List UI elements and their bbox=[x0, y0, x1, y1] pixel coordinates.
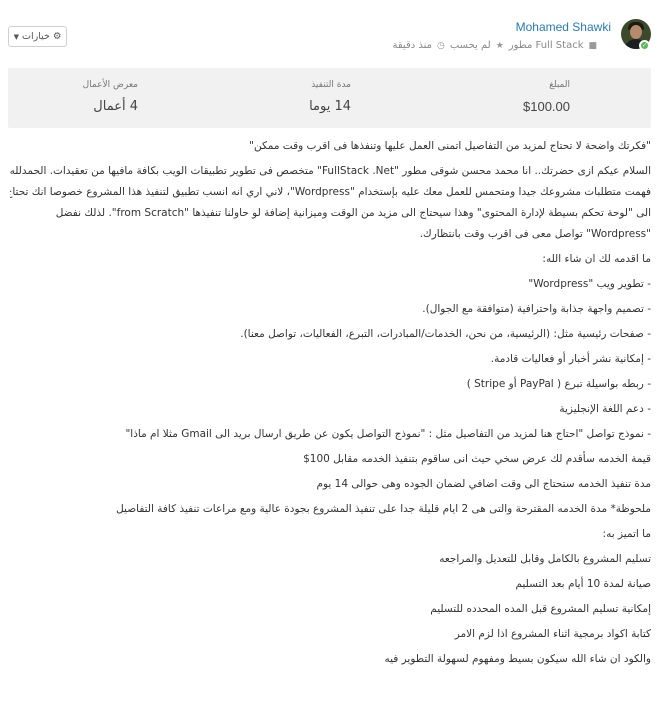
briefcase-icon: ■ bbox=[588, 40, 597, 51]
proposal-line: "فكرتك واضحة لا تحتاج لمزيد من التفاصيل … bbox=[249, 140, 651, 152]
budget-value: $100.00 bbox=[523, 99, 570, 114]
options-button[interactable]: ⚙ خيارات ▼ bbox=[8, 26, 67, 47]
portfolio-value[interactable]: 4 أعمال bbox=[93, 99, 138, 114]
proposal-line: - إمكانية نشر أخبار أو فعاليات قادمة. bbox=[490, 353, 651, 365]
proposal-line: - صفحات رئيسية مثل: (الرئيسية، من نحن، ا… bbox=[240, 328, 651, 340]
options-label: خيارات bbox=[22, 31, 50, 42]
proposal-line: صيانة لمدة 10 أيام بعد التسليم bbox=[515, 578, 651, 590]
time-ago-text: منذ دقيقة bbox=[392, 40, 432, 51]
proposal-line: فهمت متطلبات مشروعك جيدا ومتحمس للعمل مع… bbox=[10, 186, 651, 198]
proposal-line: - تطوير ويب "Wordpress" bbox=[528, 278, 651, 290]
proposal-line: تسليم المشروع بالكامل وقابل للتعديل والم… bbox=[439, 553, 651, 565]
gear-icon: ⚙ bbox=[52, 31, 62, 42]
proposal-line: إمكانية تسليم المشروع قبل المده المحدده … bbox=[430, 603, 651, 615]
user-meta: ■ Full Stack مطور ★ لم يحسب ◷ منذ دقيقة bbox=[393, 40, 598, 51]
proposal-line: مدة تنفيذ الخدمه ستحتاج الى وقت اضافي لض… bbox=[316, 478, 651, 490]
portfolio-stat: معرض الأعمال 4 أعمال bbox=[18, 68, 138, 128]
duration-value: 14 يوما bbox=[309, 99, 351, 114]
proposal-line: قيمة الخدمه سأقدم لك عرض سخي حيث انى ساق… bbox=[303, 453, 651, 465]
proposal-line: السلام عيكم ازى حضرتك.. انا محمد محسن شو… bbox=[10, 165, 651, 177]
user-name-link[interactable]: Mohamed Shawki bbox=[516, 20, 611, 34]
online-status-icon: ✓ bbox=[639, 40, 650, 51]
duration-stat: مدة التنفيذ 14 يوما bbox=[211, 68, 351, 128]
proposal-line: - دعم اللغة الإنجليزية bbox=[559, 403, 651, 415]
bid-stats-bar: المبلغ $100.00 مدة التنفيذ 14 يوما معرض … bbox=[8, 68, 651, 128]
star-icon: ★ bbox=[495, 40, 504, 51]
budget-stat: المبلغ $100.00 bbox=[430, 68, 570, 128]
proposal-line: ما اقدمه لك ان شاء الله: bbox=[542, 253, 651, 265]
proposal-line: - نموذج تواصل "احتاج هنا لمزيد من التفاص… bbox=[125, 428, 651, 440]
duration-label: مدة التنفيذ bbox=[311, 80, 351, 90]
proposal-line: - ربطه بواسيلة تبرع ( PayPal أو Stripe ) bbox=[466, 378, 651, 390]
portfolio-label: معرض الأعمال bbox=[82, 80, 138, 90]
proposal-line: الى "لوحة تحكم بسيطة لإدارة المحتوى" وهذ… bbox=[55, 207, 651, 219]
proposal-line: والكود ان شاء الله سيكون بسيط ومفهوم لسه… bbox=[384, 653, 651, 665]
proposal-line: ملحوظة* مدة الخدمه المقترحة والتى هى 2 ا… bbox=[116, 503, 651, 515]
proposal-line: - تصميم واجهة جذابة واحترافية (متوافقة م… bbox=[422, 303, 651, 315]
proposal-line: ما اتميز به: bbox=[602, 528, 651, 540]
proposal-line: كتابة اكواد برمجية اثناء المشروع اذا لزم… bbox=[454, 628, 651, 640]
caret-down-icon: ▼ bbox=[13, 32, 20, 41]
budget-label: المبلغ bbox=[549, 80, 570, 90]
hire-status-text: لم يحسب bbox=[449, 40, 491, 51]
specialty-text: Full Stack مطور bbox=[508, 40, 584, 51]
proposal-line: "Wordpress" تواصل معى فى اقرب وقت بانتظا… bbox=[419, 228, 651, 240]
avatar-face bbox=[630, 25, 642, 39]
proposal-text: "فكرتك واضحة لا تحتاج لمزيد من التفاصيل … bbox=[10, 136, 651, 670]
clock-icon: ◷ bbox=[436, 40, 445, 51]
